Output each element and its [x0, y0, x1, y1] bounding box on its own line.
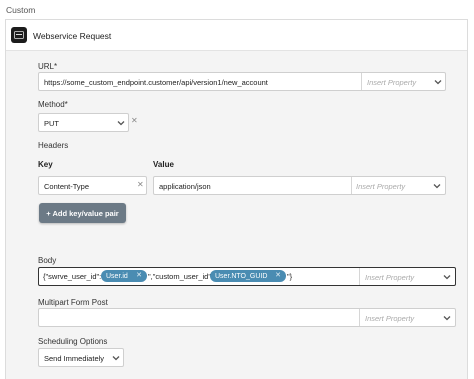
header-insert-property[interactable]: Insert Property	[356, 182, 405, 191]
chevron-down-icon[interactable]	[433, 77, 443, 87]
add-key-value-button[interactable]: + Add key/value pair	[39, 203, 126, 223]
url-label: URL*	[38, 62, 58, 71]
panel-title: Webservice Request	[33, 31, 112, 41]
headers-label: Headers	[38, 141, 69, 150]
url-insert-property[interactable]: Insert Property	[367, 78, 416, 87]
user-guid-token[interactable]: User.NTO_GUID ✕	[210, 270, 286, 282]
url-divider	[361, 73, 362, 90]
header-value-divider	[351, 177, 352, 194]
header-value-text: application/json	[159, 182, 211, 191]
body-text-end: "}	[287, 272, 293, 281]
scheduling-select[interactable]: Send Immediately	[38, 348, 124, 367]
method-select[interactable]: PUT	[38, 113, 129, 132]
webservice-panel: Webservice Request URL* https://some_cus…	[5, 19, 468, 379]
chevron-down-icon[interactable]	[442, 272, 452, 282]
body-text-start: {"swrve_user_id":"	[43, 272, 104, 281]
multipart-field[interactable]: Insert Property	[38, 308, 456, 327]
method-label: Method*	[38, 100, 68, 109]
key-column-label: Key	[38, 160, 53, 169]
url-field[interactable]: https://some_custom_endpoint.customer/ap…	[38, 72, 446, 91]
clear-method-icon[interactable]: ✕	[131, 117, 138, 125]
chevron-down-icon[interactable]	[432, 181, 442, 191]
section-title: Custom	[6, 5, 36, 15]
clear-key-icon[interactable]: ✕	[137, 181, 144, 189]
panel-header: Webservice Request	[6, 20, 467, 51]
scheduling-label: Scheduling Options	[38, 337, 108, 346]
header-key-input[interactable]: Content-Type ✕	[38, 176, 147, 195]
scheduling-value: Send Immediately	[44, 354, 105, 363]
webservice-icon	[11, 27, 27, 43]
body-label: Body	[38, 256, 57, 265]
remove-token-icon[interactable]: ✕	[136, 271, 142, 279]
token-label: User.id	[106, 272, 128, 280]
chevron-down-icon[interactable]	[442, 313, 452, 323]
header-value-input[interactable]: application/json Insert Property	[153, 176, 446, 195]
body-text-middle: ","custom_user_id":"	[148, 272, 216, 281]
multipart-divider	[359, 309, 360, 326]
chevron-down-icon[interactable]	[111, 353, 121, 363]
multipart-label: Multipart Form Post	[38, 298, 108, 307]
url-value: https://some_custom_endpoint.customer/ap…	[44, 78, 268, 87]
chevron-down-icon[interactable]	[116, 118, 126, 128]
remove-token-icon[interactable]: ✕	[275, 271, 281, 279]
method-value: PUT	[44, 119, 59, 128]
user-id-token[interactable]: User.id ✕	[101, 270, 147, 282]
value-column-label: Value	[153, 160, 174, 169]
body-divider	[359, 268, 360, 285]
header-key-value: Content-Type	[44, 182, 90, 191]
token-label: User.NTO_GUID	[215, 272, 268, 280]
body-insert-property[interactable]: Insert Property	[365, 273, 414, 282]
multipart-insert-property[interactable]: Insert Property	[365, 314, 414, 323]
